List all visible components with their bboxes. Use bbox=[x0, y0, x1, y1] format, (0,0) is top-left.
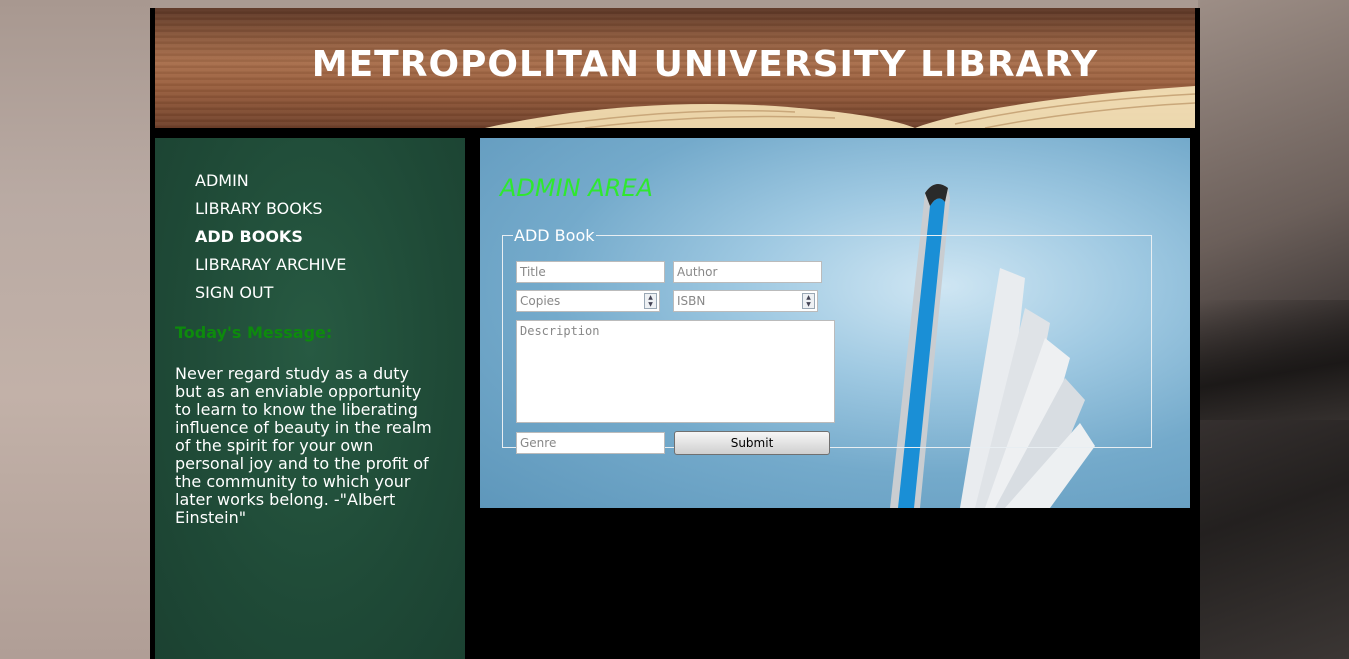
page-frame: METROPOLITAN UNIVERSITY LIBRARY ADMIN LI… bbox=[150, 8, 1200, 659]
todays-message-heading: Today's Message: bbox=[175, 323, 333, 342]
stepper-down-icon[interactable]: ▼ bbox=[645, 301, 656, 308]
author-input[interactable]: Author bbox=[673, 261, 822, 283]
admin-content-panel: ADMIN AREA ADD Book Title Author Copies … bbox=[480, 138, 1190, 508]
isbn-input[interactable]: ISBN ▲ ▼ bbox=[673, 290, 818, 312]
page-background-left bbox=[0, 0, 152, 659]
nav-item-admin[interactable]: ADMIN bbox=[195, 167, 346, 195]
description-textarea[interactable]: Description bbox=[516, 320, 835, 423]
nav-item-add-books[interactable]: ADD BOOKS bbox=[195, 223, 346, 251]
stepper-up-icon[interactable]: ▲ bbox=[803, 294, 814, 301]
copies-stepper[interactable]: ▲ ▼ bbox=[644, 293, 657, 309]
copies-input[interactable]: Copies ▲ ▼ bbox=[516, 290, 660, 312]
stepper-down-icon[interactable]: ▼ bbox=[803, 301, 814, 308]
header-banner: METROPOLITAN UNIVERSITY LIBRARY bbox=[155, 8, 1195, 128]
stepper-up-icon[interactable]: ▲ bbox=[645, 294, 656, 301]
add-book-fieldset: ADD Book Title Author Copies ▲ ▼ ISBN ▲ … bbox=[502, 226, 1152, 455]
copies-placeholder: Copies bbox=[520, 294, 561, 308]
title-input[interactable]: Title bbox=[516, 261, 665, 283]
todays-message-text: Never regard study as a duty but as an e… bbox=[175, 364, 432, 527]
sidebar-nav: ADMIN LIBRARY BOOKS ADD BOOKS LIBRARAY A… bbox=[195, 167, 346, 307]
nav-item-library-archive[interactable]: LIBRARAY ARCHIVE bbox=[195, 251, 346, 279]
admin-area-title: ADMIN AREA bbox=[500, 174, 653, 202]
page-background-right bbox=[1198, 0, 1349, 659]
isbn-stepper[interactable]: ▲ ▼ bbox=[802, 293, 815, 309]
nav-item-library-books[interactable]: LIBRARY BOOKS bbox=[195, 195, 346, 223]
site-title: METROPOLITAN UNIVERSITY LIBRARY bbox=[311, 44, 1099, 85]
sidebar: ADMIN LIBRARY BOOKS ADD BOOKS LIBRARAY A… bbox=[155, 138, 465, 659]
nav-item-sign-out[interactable]: SIGN OUT bbox=[195, 279, 346, 307]
add-book-legend: ADD Book bbox=[514, 226, 595, 245]
submit-button[interactable]: Submit bbox=[674, 431, 830, 455]
isbn-placeholder: ISBN bbox=[677, 294, 706, 308]
genre-input[interactable]: Genre bbox=[516, 432, 665, 454]
